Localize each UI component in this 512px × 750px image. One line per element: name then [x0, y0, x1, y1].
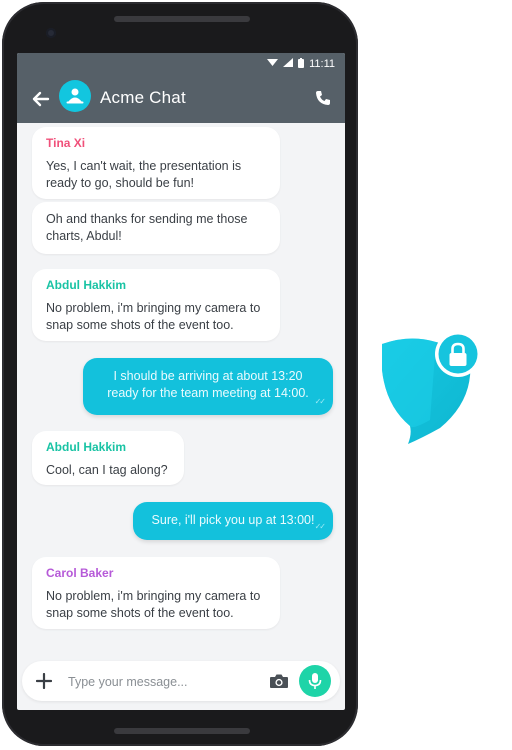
shield-lock-icon: [382, 331, 481, 444]
wifi-icon: [267, 58, 279, 70]
chat-title: Acme Chat: [100, 88, 186, 107]
message-sender: Carol Baker: [46, 566, 114, 580]
message-bubble: Carol Baker No problem, i'm bringing my …: [32, 557, 280, 629]
message-text: Sure, i'll pick you up at 13:00!: [151, 513, 315, 527]
message-text: Yes, I can't wait, the presentation is r…: [46, 159, 242, 190]
avatar[interactable]: [59, 80, 91, 112]
message-bubble-sent: Sure, i'll pick you up at 13:00! ✓✓: [133, 502, 333, 540]
message-bubble: Abdul Hakkim No problem, i'm bringing my…: [32, 269, 280, 341]
camera-icon: [270, 674, 288, 688]
message-sender: Abdul Hakkim: [46, 440, 127, 454]
message-sender: Tina Xi: [46, 136, 86, 150]
phone-frame: 11:11 Acme Chat Tina Xi Yes, I can't wai…: [2, 2, 358, 746]
back-button[interactable]: [29, 87, 53, 111]
status-time: 11:11: [309, 58, 335, 70]
message-text: No problem, i'm bringing my camera to sn…: [46, 589, 261, 620]
chat-toolbar: Acme Chat: [17, 75, 345, 123]
plus-icon: [36, 673, 52, 689]
bottom-speaker: [114, 728, 250, 734]
message-text: I should be arriving at about 13:20 read…: [107, 369, 309, 400]
microphone-button[interactable]: [299, 665, 331, 697]
message-bubble-sent: I should be arriving at about 13:20 read…: [83, 358, 333, 415]
call-button[interactable]: [311, 86, 335, 110]
phone-icon: [316, 91, 330, 105]
message-composer: [22, 661, 340, 701]
group-icon: [66, 88, 84, 104]
earpiece-speaker: [114, 16, 250, 22]
add-attachment-button[interactable]: [34, 671, 54, 691]
message-input[interactable]: [66, 667, 260, 697]
message-bubble: Oh and thanks for sending me those chart…: [32, 202, 280, 254]
status-bar: 11:11: [17, 53, 345, 75]
front-camera: [46, 28, 56, 38]
read-receipt-icon: ✓✓: [314, 397, 326, 406]
signal-icon: [283, 58, 294, 70]
message-sender: Abdul Hakkim: [46, 278, 127, 292]
message-bubble: Tina Xi Yes, I can't wait, the presentat…: [32, 127, 280, 199]
message-text: No problem, i'm bringing my camera to sn…: [46, 301, 261, 332]
read-receipt-icon: ✓✓: [314, 522, 326, 531]
microphone-icon: [308, 673, 322, 689]
phone-screen: 11:11 Acme Chat Tina Xi Yes, I can't wai…: [17, 53, 345, 710]
message-text: Cool, can I tag along?: [46, 463, 168, 477]
message-bubble: Abdul Hakkim Cool, can I tag along?: [32, 431, 184, 485]
message-text: Oh and thanks for sending me those chart…: [46, 212, 248, 243]
camera-button[interactable]: [268, 670, 290, 692]
battery-icon: [298, 57, 305, 71]
arrow-left-icon: [32, 91, 50, 107]
